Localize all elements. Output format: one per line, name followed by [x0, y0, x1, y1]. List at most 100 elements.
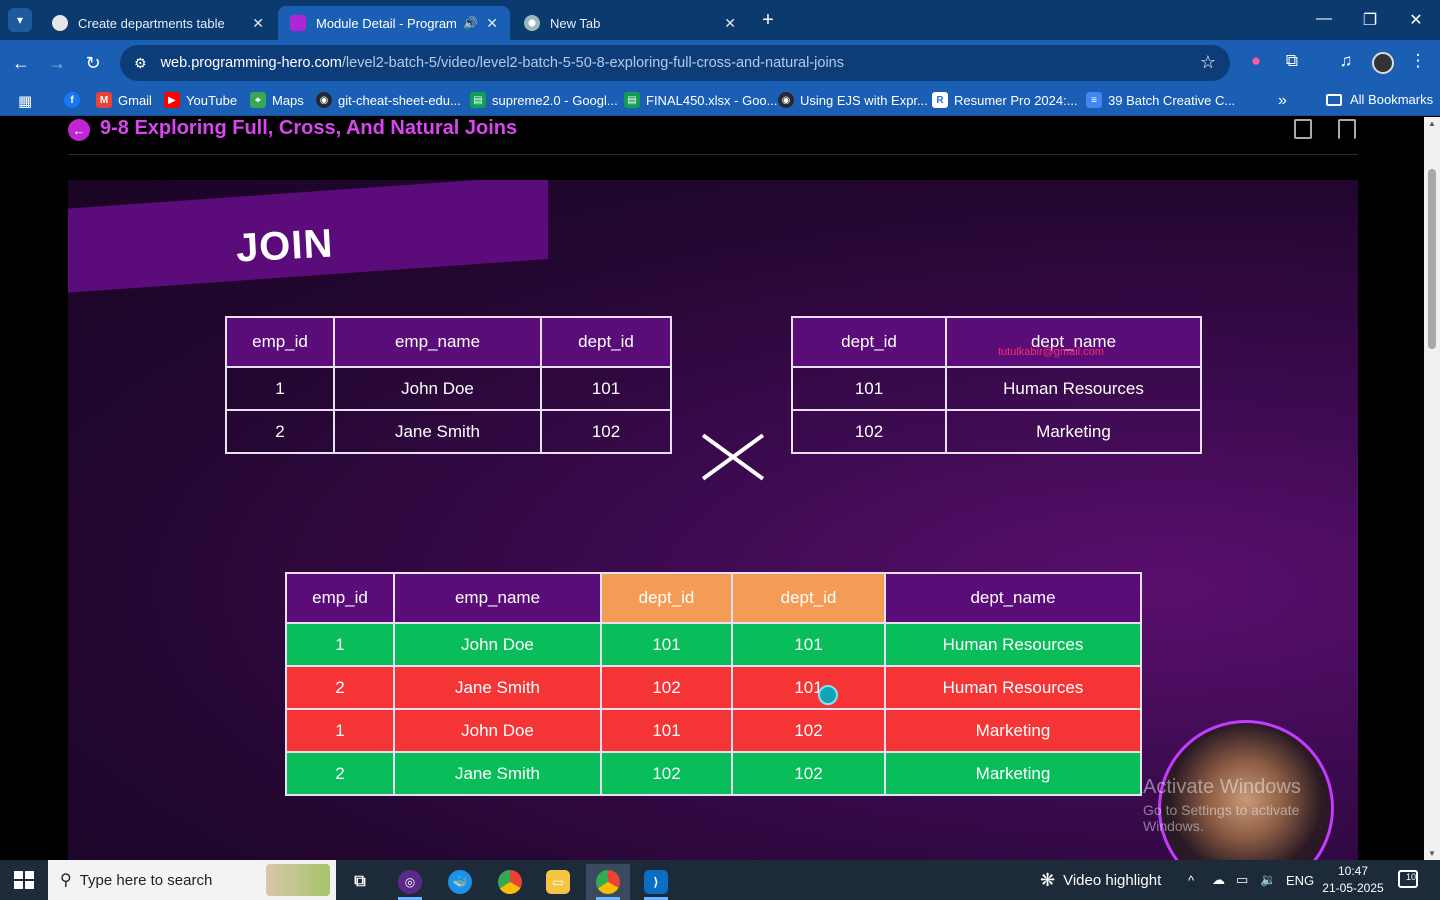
header-cell: emp_name [333, 316, 542, 368]
matching-row: 2 Jane Smith 102 102 Marketing [285, 751, 1142, 796]
reload-icon[interactable]: ↻ [82, 52, 104, 74]
minimize-icon[interactable]: — [1314, 10, 1334, 28]
table-cell: 102 [791, 409, 947, 454]
table-cell: Human Resources [945, 366, 1202, 411]
tab-new-tab[interactable]: New Tab ✕ [512, 6, 748, 40]
notification-count: 10 [1405, 872, 1416, 882]
notes-icon[interactable] [1294, 119, 1312, 139]
chrome-profile-icon[interactable] [586, 864, 630, 900]
table-cell: 102 [600, 751, 733, 796]
close-tab-icon[interactable]: ✕ [252, 15, 264, 32]
bookmark-label: git-cheat-sheet-edu... [338, 92, 461, 108]
key-header-cell: dept_id [731, 572, 886, 624]
bookmark-supreme[interactable]: ▤ supreme2.0 - Googl... [470, 92, 618, 108]
table-cell: 2 [285, 751, 395, 796]
address-bar[interactable]: ⚙ web.programming-hero.com/level2-batch-… [120, 45, 1230, 81]
tab-title: Module Detail - Programmi [316, 15, 458, 31]
key-header-cell: dept_id [600, 572, 733, 624]
maps-icon: ⌖ [250, 92, 266, 108]
table-cell: 2 [225, 409, 335, 454]
extensions-puzzle-icon[interactable]: ⧉ [1280, 51, 1304, 71]
table-row: 101 Human Resources [791, 366, 1202, 411]
bookmark-git-cheat-sheet[interactable]: ◉ git-cheat-sheet-edu... [316, 92, 461, 108]
bookmark-final450[interactable]: ▤ FINAL450.xlsx - Goo... [624, 92, 778, 108]
bookmark-label: Resumer Pro 2024:... [954, 92, 1078, 108]
more-bookmarks-icon[interactable]: » [1278, 92, 1287, 110]
windows-taskbar: ⚲ Type here to search ⧉ ◎ 🐳 ▭ ⟩ ❋ Video … [0, 860, 1440, 900]
bookmark-maps[interactable]: ⌖ Maps [250, 92, 304, 108]
employees-table: emp_id emp_name dept_id 1 John Doe 101 2… [225, 316, 672, 454]
show-hidden-icons[interactable]: ^ [1188, 860, 1194, 900]
facebook-bookmark[interactable]: f [64, 92, 86, 108]
table-cell: 1 [285, 708, 395, 753]
close-window-icon[interactable]: ✕ [1406, 10, 1426, 30]
restore-icon[interactable]: ❐ [1360, 10, 1380, 30]
speaker-icon[interactable]: 🔊 [463, 16, 478, 30]
file-explorer-icon[interactable]: ▭ [536, 864, 580, 900]
lesson-title: 9-8 Exploring Full, Cross, And Natural J… [100, 117, 518, 139]
highlight-icon: ❋ [1040, 869, 1056, 890]
taskbar-search-box[interactable]: ⚲ Type here to search [48, 860, 336, 900]
scroll-down-icon[interactable]: ▼ [1424, 849, 1440, 858]
bookmark-label: supreme2.0 - Googl... [492, 92, 618, 108]
docker-icon[interactable]: 🐳 [438, 864, 482, 900]
all-bookmarks-button[interactable]: All Bookmarks [1326, 92, 1433, 107]
table-cell: Marketing [884, 708, 1142, 753]
site-info-icon[interactable]: ⚙ [134, 55, 147, 72]
page-scrollbar[interactable]: ▲ ▼ [1424, 117, 1440, 860]
bookmark-resumer[interactable]: R Resumer Pro 2024:... [932, 92, 1078, 108]
table-cell: 101 [540, 366, 672, 411]
bookmark-star-icon[interactable]: ☆ [1200, 52, 1216, 73]
pointer-cursor-icon [818, 685, 838, 705]
extension-icon[interactable]: ● [1244, 51, 1268, 71]
back-icon[interactable]: ← [10, 52, 32, 74]
vscode-icon[interactable]: ⟩ [634, 864, 678, 900]
close-tab-icon[interactable]: ✕ [486, 15, 498, 32]
tab-module-detail[interactable]: Module Detail - Programmi 🔊 ✕ [278, 6, 510, 40]
bookmark-youtube[interactable]: ▶ YouTube [164, 92, 237, 108]
new-tab-button[interactable]: + [758, 10, 778, 30]
all-bookmarks-label: All Bookmarks [1350, 92, 1434, 107]
table-cell: Marketing [945, 409, 1202, 454]
table-row: 2 Jane Smith 102 [225, 409, 672, 454]
table-row: 1 John Doe 101 [225, 366, 672, 411]
search-placeholder: Type here to search [79, 871, 213, 889]
table-cell: Jane Smith [333, 409, 542, 454]
chrome-icon[interactable] [488, 864, 532, 900]
video-highlight-widget[interactable]: ❋ Video highlight [1040, 860, 1161, 900]
bookmark-icon[interactable] [1338, 119, 1356, 139]
forward-icon[interactable]: → [46, 52, 68, 74]
network-icon[interactable]: ▭ [1236, 860, 1248, 900]
apps-grid-icon[interactable]: ▦ [18, 92, 32, 110]
video-player[interactable]: JOIN emp_id emp_name dept_id 1 John Doe … [68, 180, 1358, 860]
scrollbar-thumb[interactable] [1428, 169, 1436, 349]
close-tab-icon[interactable]: ✕ [724, 15, 736, 32]
bookmark-label: Gmail [118, 92, 152, 108]
app-icon-purple[interactable]: ◎ [388, 864, 432, 900]
clock-time: 10:47 [1337, 864, 1369, 878]
scroll-up-icon[interactable]: ▲ [1424, 119, 1440, 128]
table-cell: 102 [540, 409, 672, 454]
notification-center-icon[interactable]: 10 [1398, 870, 1418, 888]
tab-create-departments[interactable]: Create departments table ✕ [40, 6, 276, 40]
bookmark-39-batch[interactable]: ≡ 39 Batch Creative C... [1086, 92, 1235, 108]
chrome-menu-icon[interactable]: ⋮ [1406, 51, 1430, 71]
tab-title: New Tab [550, 15, 601, 31]
volume-icon[interactable]: 🔉 [1260, 860, 1276, 900]
profile-avatar[interactable] [1372, 52, 1394, 74]
back-arrow-icon[interactable]: ← [68, 119, 90, 141]
task-view-icon[interactable]: ⧉ [338, 864, 382, 900]
bookmark-label: 39 Batch Creative C... [1108, 92, 1236, 108]
media-control-icon[interactable]: ♫ [1334, 51, 1358, 71]
bookmark-ejs[interactable]: ◉ Using EJS with Expr... [778, 92, 928, 108]
language-indicator[interactable]: ENG [1286, 860, 1314, 900]
onedrive-icon[interactable]: ☁ [1212, 860, 1225, 900]
system-clock[interactable]: 10:47 21-05-2025 [1318, 863, 1388, 897]
departments-table: dept_id dept_name 101 Human Resources 10… [791, 316, 1202, 454]
table-row: 102 Marketing [791, 409, 1202, 454]
bookmark-gmail[interactable]: M Gmail [96, 92, 152, 108]
windows-start-icon[interactable] [14, 871, 34, 889]
activate-windows-title: Activate Windows [1143, 776, 1301, 798]
bookmark-label: Using EJS with Expr... [800, 92, 928, 108]
tab-search-button[interactable]: ▾ [8, 8, 32, 32]
